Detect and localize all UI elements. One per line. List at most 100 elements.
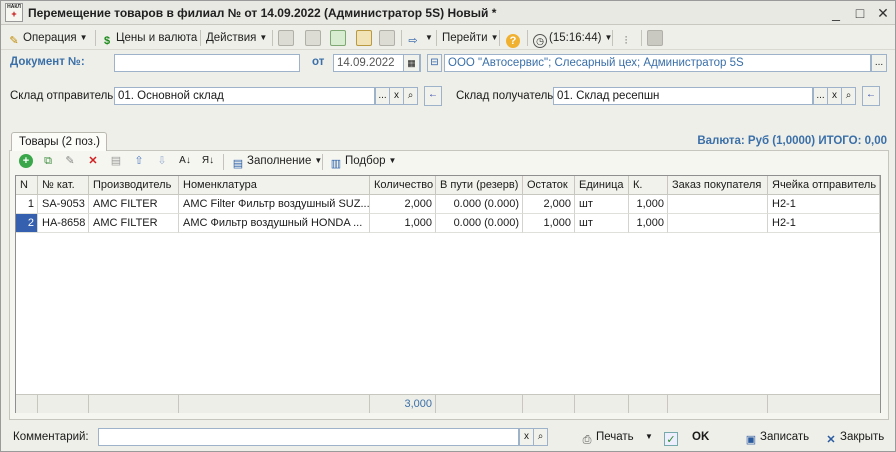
comment-search-icon[interactable]: ⌕ (533, 428, 548, 446)
panel-icon[interactable] (647, 30, 663, 46)
table-footer: 3,000 (16, 394, 880, 413)
footer-cell (89, 395, 179, 413)
table-cell[interactable]: 0.000 (0.000) (436, 195, 523, 214)
column-header-unit[interactable]: Единица (575, 176, 629, 195)
org-info-icon[interactable]: ⊟ (427, 54, 442, 72)
sender-goto-icon[interactable]: ← (424, 86, 442, 106)
ok-button[interactable]: ✓ OK (664, 427, 709, 447)
table-cell[interactable]: AMC Фильтр воздушный HONDA ... (179, 214, 370, 233)
copy-row-icon[interactable]: ⧉ (41, 154, 55, 168)
minimize-button[interactable]: _ (827, 4, 845, 22)
entry-on-basis-menu[interactable]: ⇨ ▼ (406, 29, 433, 47)
table-cell[interactable]: H2-1 (768, 195, 880, 214)
table-cell[interactable]: шт (575, 195, 629, 214)
column-header-quantity[interactable]: Количество (370, 176, 436, 195)
fill-label: Заполнение (247, 155, 312, 167)
column-header-in-transit[interactable]: В пути (резерв) (436, 176, 523, 195)
comment-clear-button[interactable]: x (519, 428, 534, 446)
table-cell[interactable]: H2-1 (768, 214, 880, 233)
table-cell[interactable]: SA-9053 (38, 195, 89, 214)
table-cell-current-row[interactable]: 2 (16, 214, 38, 233)
selection-menu[interactable]: ▥ Подбор ▼ (329, 152, 397, 170)
add-row-icon[interactable]: + (19, 154, 33, 168)
help-button[interactable]: ? (506, 29, 522, 48)
receiver-goto-icon[interactable]: ← (862, 86, 880, 106)
separator (436, 30, 437, 46)
unpost-document-icon[interactable] (305, 30, 321, 46)
delete-row-icon[interactable]: ✕ (86, 154, 100, 168)
separator (527, 30, 528, 46)
column-header-nomenclature[interactable]: Номенклатура (179, 176, 370, 195)
dollar-icon: $ (103, 35, 111, 47)
currency-total: Валюта: Руб (1,0000) ИТОГО: 0,00 (697, 135, 887, 147)
calendar-icon[interactable]: ▦ (403, 54, 420, 72)
print-label: Печать (596, 431, 634, 443)
table-cell[interactable] (668, 195, 768, 214)
receiver-warehouse-input[interactable]: 01. Склад ресепшн (553, 87, 813, 105)
column-header-catalog[interactable]: № кат. (38, 176, 89, 195)
close-window-button[interactable]: ✕ (874, 4, 892, 22)
column-header-customer-order[interactable]: Заказ покупателя (668, 176, 768, 195)
print-button[interactable]: ⎙ Печать (580, 427, 634, 447)
table-cell[interactable]: шт (575, 214, 629, 233)
column-header-manufacturer[interactable]: Производитель (89, 176, 179, 195)
move-up-icon[interactable]: ⇧ (132, 154, 146, 168)
separator (401, 30, 402, 46)
prices-currency-button[interactable]: $ Цены и валюта (100, 29, 197, 47)
structure-button[interactable]: ⫶ (619, 29, 635, 47)
table-cell[interactable]: 1 (16, 195, 38, 214)
column-header-coefficient[interactable]: К. (629, 176, 668, 195)
table-cell[interactable]: 1,000 (370, 214, 436, 233)
fill-menu[interactable]: ▤ Заполнение ▼ (231, 152, 322, 170)
column-header-balance[interactable]: Остаток (523, 176, 575, 195)
goto-menu[interactable]: Перейти ▼ (442, 29, 499, 47)
tab-goods[interactable]: Товары (2 поз.) (11, 132, 107, 151)
maximize-button[interactable]: □ (851, 4, 869, 22)
comment-input[interactable] (98, 428, 519, 446)
operation-menu[interactable]: ✎ Операция ▼ (7, 29, 87, 47)
table-cell[interactable]: AMC Filter Фильтр воздушный SUZ... (179, 195, 370, 214)
edit-row-icon[interactable]: ✎ (63, 154, 77, 168)
chevron-down-icon: ▼ (259, 33, 268, 42)
end-edit-icon[interactable]: ▤ (109, 154, 123, 168)
history-menu[interactable]: ◷ (15:16:44) ▼ (533, 29, 612, 48)
receiver-search-icon[interactable]: ⌕ (841, 87, 856, 105)
table-cell[interactable]: HA-8658 (38, 214, 89, 233)
table-cell[interactable]: 1,000 (629, 195, 668, 214)
column-header-sender-cell[interactable]: Ячейка отправитель (768, 176, 880, 195)
table-cell[interactable]: AMC FILTER (89, 195, 179, 214)
actions-menu[interactable]: Действия ▼ (206, 29, 267, 47)
table-cell[interactable]: 0.000 (0.000) (436, 214, 523, 233)
organization-select-button[interactable]: ... (871, 54, 887, 72)
receiver-clear-button[interactable]: x (827, 87, 842, 105)
table-cell[interactable] (668, 214, 768, 233)
footer-cell (38, 395, 89, 413)
clock-icon: ◷ (533, 34, 547, 48)
sender-select-button[interactable]: ... (375, 87, 390, 105)
separator (272, 30, 273, 46)
receiver-select-button[interactable]: ... (813, 87, 828, 105)
column-header-n[interactable]: N (16, 176, 38, 195)
refresh-icon[interactable] (330, 30, 346, 46)
save-label: Записать (760, 431, 810, 443)
table-cell[interactable]: 1,000 (523, 214, 575, 233)
copy-document-icon[interactable] (356, 30, 372, 46)
print-menu-dropdown[interactable]: ▼ (645, 427, 653, 447)
sender-search-icon[interactable]: ⌕ (403, 87, 418, 105)
organization-field[interactable]: ООО "Автосервис"; Слесарный цех; Админис… (444, 54, 871, 72)
post-document-icon[interactable] (278, 30, 294, 46)
sort-ascending-icon[interactable]: A↓ (178, 154, 192, 168)
table-cell[interactable]: 2,000 (523, 195, 575, 214)
structure-icon[interactable] (379, 30, 395, 46)
sender-warehouse-input[interactable]: 01. Основной склад (114, 87, 375, 105)
goods-table[interactable]: N № кат. Производитель Номенклатура Коли… (15, 175, 881, 413)
table-cell[interactable]: 2,000 (370, 195, 436, 214)
move-down-icon[interactable]: ⇩ (155, 154, 169, 168)
table-cell[interactable]: 1,000 (629, 214, 668, 233)
sender-clear-button[interactable]: x (389, 87, 404, 105)
sort-descending-icon[interactable]: Я↓ (201, 154, 215, 168)
close-button[interactable]: ✕ Закрыть (824, 427, 884, 447)
document-number-input[interactable] (114, 54, 300, 72)
save-button[interactable]: ▣ Записать (744, 427, 809, 447)
table-cell[interactable]: AMC FILTER (89, 214, 179, 233)
